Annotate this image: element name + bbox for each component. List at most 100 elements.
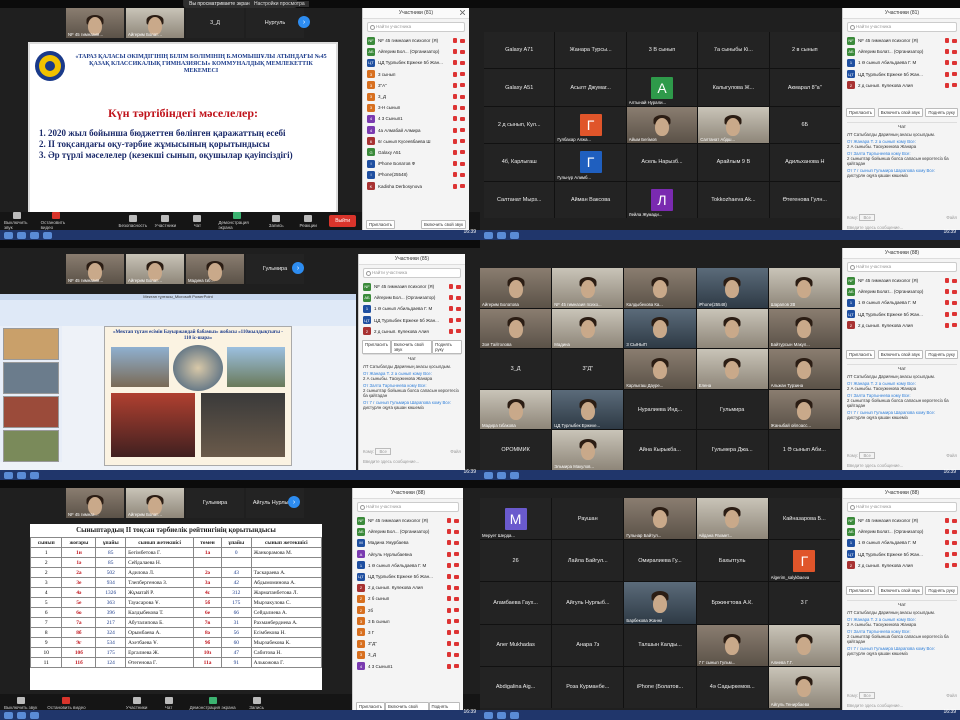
start-icon[interactable] [484,711,493,719]
participant-row[interactable]: 11 Ә сынып Абильдаева Г. М [843,537,960,548]
participant-row[interactable]: 11 Ә сынып Абильдаева Г. М [843,57,960,68]
video-tile[interactable]: 3_Д [186,8,244,38]
video-tile[interactable]: Альжан Турзина [768,349,840,389]
video-off-icon[interactable] [952,540,957,545]
app-icon[interactable] [17,471,26,479]
mic-muted-icon[interactable] [453,127,457,133]
participant-row[interactable]: NF NF 45 гимназия психолог (Я) [353,515,463,526]
chat-button[interactable]: Чат [158,696,180,710]
video-tile[interactable]: 26 [480,540,552,582]
participant-row[interactable]: 3 3"А" [363,80,469,91]
recipient-select[interactable]: Все [375,448,391,455]
video-tile[interactable]: Елена [696,349,768,389]
video-button[interactable]: Остановить видео [41,212,72,230]
video-tile[interactable]: 3_Д [480,349,552,389]
video-tile[interactable]: Адильханова Н [769,144,840,181]
mic-muted-icon[interactable] [453,60,457,66]
video-tile[interactable]: 2 д сынып, Кул... [484,106,555,144]
video-off-icon[interactable] [456,318,461,323]
share-screen-button[interactable]: Демонстрация экрана [218,212,255,230]
video-tile[interactable]: NF 45 гимназия… [66,254,124,284]
video-tile[interactable]: Мадина Ізб… [186,254,244,284]
invite-button[interactable]: Пригласить [366,220,396,229]
video-tile[interactable]: 4б, Карлыгаш [484,144,555,181]
app-icon[interactable] [30,231,39,239]
mic-muted-icon[interactable] [945,278,949,284]
mic-muted-icon[interactable] [945,71,949,77]
video-tile[interactable]: ОРОММИК [480,430,552,470]
mic-muted-icon[interactable] [453,138,457,144]
participant-row[interactable]: NF NF 45 гимназия психолог (Я) [843,275,960,286]
invite-button[interactable]: Пригласить [846,350,876,359]
slide-thumbnail[interactable] [3,328,59,360]
app-icon[interactable] [30,711,39,719]
participant-row[interactable]: 11 Ә сынып Абильдаева Г. М [353,560,463,571]
recipient-select[interactable]: Все [859,214,875,221]
video-tile[interactable]: ЦД Турлыбек Ержеке... [552,389,624,430]
participant-row[interactable]: 22 б сынып [353,593,463,604]
video-tile[interactable]: 3"Д" [552,349,624,389]
participant-row[interactable]: 22 д сынып. Кулекова Алия [843,560,960,571]
video-tile[interactable]: M Мерует Шерда... [480,498,552,540]
video-off-icon[interactable] [460,72,465,77]
mic-muted-icon[interactable] [447,551,451,557]
mic-muted-icon[interactable] [453,94,457,100]
video-off-icon[interactable] [460,172,465,177]
video-off-icon[interactable] [454,518,459,523]
video-off-icon[interactable] [454,596,459,601]
video-off-icon[interactable] [952,49,957,54]
mic-muted-icon[interactable] [447,574,451,580]
video-tile[interactable]: Жанара Турсы... [555,32,626,69]
video-tile[interactable]: Шарапов 2В [768,268,840,308]
start-icon[interactable] [4,231,13,239]
video-off-icon[interactable] [454,641,459,646]
video-off-icon[interactable] [460,116,465,121]
video-tile[interactable]: Айман Ваксова [555,181,626,218]
video-tile[interactable]: Бржингтова А.К. [696,582,768,624]
video-tile[interactable]: Акмарал 8"а" [769,69,840,106]
participant-row[interactable]: А Айгуль Нурлыбаевна [353,549,463,560]
unmute-self-button[interactable]: Включить свой звук [877,586,923,595]
participant-row[interactable]: K Kadisha Dеrbosynova [363,180,469,191]
video-tile[interactable]: iPhone (Болатов... [624,666,696,708]
mic-muted-icon[interactable] [447,641,451,647]
participant-row[interactable]: АБ Айгерим Бол... (Организатор) [363,46,469,57]
mic-muted-icon[interactable] [945,518,949,524]
video-off-icon[interactable] [460,150,465,155]
participant-row[interactable]: 22 д сынып. Кулекова Алия [843,320,960,331]
start-icon[interactable] [4,711,13,719]
file-button[interactable]: Файл [450,449,461,454]
search-input[interactable]: Найти участника [357,502,459,512]
mic-muted-icon[interactable] [447,562,451,568]
participant-row[interactable]: IiPhone Болатов Ф [363,158,469,169]
reactions-button[interactable]: Реакции [297,214,319,228]
video-tile[interactable]: Агамбаева Гаух... [480,582,552,624]
participant-row[interactable]: NF NF 45 гимназия психолог (Я) [843,515,960,526]
recipient-select[interactable]: Все [859,452,875,459]
video-off-icon[interactable] [460,94,465,99]
video-off-icon[interactable] [456,306,461,311]
video-off-icon[interactable] [454,585,459,590]
participants-button[interactable]: Участники [154,214,176,228]
video-tile[interactable]: 7 Г сынып Гульм... [696,624,768,666]
start-icon[interactable] [484,231,493,239]
video-tile[interactable]: 3 Г [768,582,840,624]
video-off-icon[interactable] [456,329,461,334]
video-off-icon[interactable] [952,83,957,88]
video-off-icon[interactable] [454,608,459,613]
video-tile[interactable]: Нургуль [246,8,304,38]
mute-button[interactable]: Выключить звук [4,212,31,230]
slide-thumbnail[interactable] [3,430,59,462]
video-off-icon[interactable] [460,161,465,166]
video-tile[interactable]: Салтанат Мырз... [484,181,555,218]
participant-row[interactable]: ЦТ ЦД Турлыбек Ержеке 5б Жан... [843,69,960,80]
video-tile[interactable]: Мадира Ізбакова [480,389,552,430]
raise-hand-button[interactable]: Поднять руку [925,108,958,117]
video-tile[interactable]: Анара 7з [552,624,624,666]
mic-muted-icon[interactable] [447,663,451,669]
video-tile[interactable]: NF 45 гимназия… [66,8,124,38]
invite-button[interactable]: Пригласить [846,108,876,117]
video-tile[interactable]: Раушан [552,498,624,540]
participant-row[interactable]: ЦТ ЦД Турлыбек Ержеке 5б Жан... [359,315,465,326]
video-tile[interactable]: Tokkozhaeva Ak... [698,181,769,218]
